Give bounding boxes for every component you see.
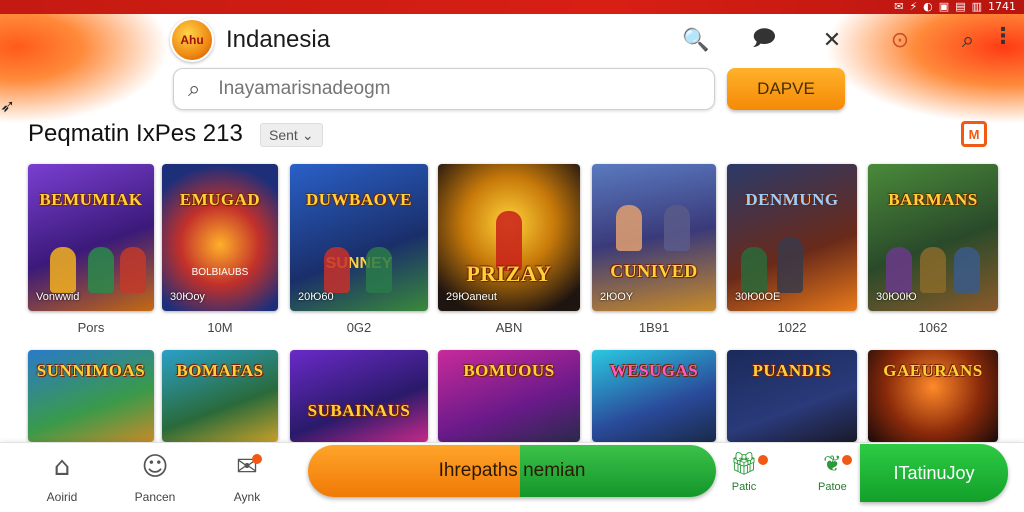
primary-action-button[interactable]: Ihrepaths nemian	[308, 445, 716, 497]
game-stat: 20Ю60	[298, 291, 334, 303]
game-title: DUWBAOVE	[305, 190, 412, 210]
game-tile[interactable]: DENMUNG 30Ю0OE	[727, 164, 857, 311]
game-title: PUANDIS	[752, 361, 832, 381]
status-bar: ✉ ⚡ ◐ ▣ ▤ ▥ 1741	[894, 0, 1016, 14]
notification-dot	[842, 455, 852, 465]
nav-item-inbox[interactable]: ✉ Aynk	[212, 452, 282, 504]
nav-label: Pancen	[134, 490, 176, 504]
game-stat: Vonwwid	[36, 291, 80, 303]
game-tile[interactable]: BEMUMIAK Vonwwid	[28, 164, 154, 311]
section-title: Peqmatin IxPes 213	[28, 120, 243, 147]
game-caption: 10M	[207, 320, 233, 335]
status-box-icon: ▣	[938, 0, 950, 13]
top-status-banner	[0, 0, 1024, 14]
more-menu-icon[interactable]: ⋮	[992, 24, 1014, 49]
sort-dropdown[interactable]: Sent ⌄	[260, 123, 323, 147]
trophy-icon[interactable]: ⊙	[879, 22, 921, 58]
game-tile[interactable]: BOMAFAS	[162, 350, 278, 442]
game-stat: 30Ю0Ю	[876, 291, 917, 303]
game-caption: ABN	[495, 320, 523, 335]
game-tile[interactable]: EMUGAD BOLBIAUBS 30Юоу	[162, 164, 278, 311]
search-bar: ⌕	[173, 68, 715, 110]
nav-item-home[interactable]: ⌂ Aoirid	[27, 452, 97, 504]
game-caption: 0G2	[346, 320, 372, 335]
nav-label: Patoe	[818, 481, 847, 493]
primary-action-label: Ihrepaths nemian	[438, 460, 586, 481]
game-subtitle: BOLBIAUBS	[191, 266, 249, 278]
notification-dot	[758, 455, 768, 465]
game-title: DENMUNG	[745, 190, 839, 210]
app-title: Indanesia	[226, 26, 331, 53]
status-list-icon: ▤	[955, 0, 966, 13]
game-title: EMUGAD	[179, 190, 261, 210]
sort-label: Sent	[269, 127, 298, 143]
game-title: PRIZAY	[466, 261, 552, 287]
nav-label: Patic	[731, 481, 757, 493]
status-mail-icon: ✉	[894, 0, 904, 13]
gift-icon: 🎁︎	[730, 452, 758, 477]
profile-icon: ☺	[141, 452, 169, 482]
search-zoom-icon[interactable]: 🔍	[675, 22, 717, 58]
game-tile[interactable]: BOMUOUS	[438, 350, 580, 442]
chat-icon[interactable]: 🗩	[743, 22, 785, 58]
tools-icon[interactable]: ✕	[811, 22, 853, 58]
game-title: BOMAFAS	[176, 361, 264, 381]
filter-icon[interactable]: M	[961, 121, 987, 147]
header-actions: 🔍 🗩 ✕ ⊙ ⌕	[675, 22, 1015, 58]
nav-label: Aoirid	[46, 490, 78, 504]
game-title: BARMANS	[888, 190, 978, 210]
game-caption: 1B91	[638, 320, 670, 335]
game-tile[interactable]: CUNIVED 2ЮOY	[592, 164, 716, 311]
game-stat: 30Ю0OE	[735, 291, 781, 303]
game-stat: 30Юоу	[170, 291, 205, 303]
game-caption: 1022	[777, 320, 807, 335]
status-signal-icon: ◐	[923, 0, 933, 13]
search-button[interactable]: DAPVE	[727, 68, 845, 110]
secondary-action-button[interactable]: ITatinuJoy	[860, 444, 1008, 502]
game-subtitle: SUNNEY	[325, 255, 393, 273]
game-caption: 1062	[918, 320, 948, 335]
game-title: SUNNIMOAS	[36, 361, 146, 381]
game-stat: 29Юaneut	[446, 291, 497, 303]
decorative-burst-left	[0, 14, 170, 124]
game-title: BEMUMIAK	[39, 190, 143, 210]
chevron-down-icon: ⌄	[301, 126, 314, 143]
status-bolt-icon: ⚡	[909, 0, 918, 13]
search-icon[interactable]: ⌕	[947, 22, 989, 58]
nav-item-profile[interactable]: ☺ Pancen	[120, 452, 190, 504]
nav-item-gift[interactable]: 🎁︎ Patic	[730, 452, 758, 493]
notification-dot	[252, 454, 262, 464]
arrow-decoration-icon: ➶	[0, 96, 16, 117]
status-grid-icon: ▥	[971, 0, 982, 13]
home-icon: ⌂	[53, 452, 71, 482]
inbox-icon: ✉	[236, 452, 258, 482]
game-tile[interactable]: BARMANS 30Ю0Ю	[868, 164, 998, 311]
search-input[interactable]	[218, 78, 679, 100]
game-title: CUNIVED	[610, 261, 698, 282]
game-title: GAEURANS	[883, 361, 983, 381]
nav-label: Aynk	[233, 490, 261, 504]
status-clock: 1741	[988, 0, 1016, 13]
game-caption: Pors	[77, 320, 105, 335]
game-tile[interactable]: GAEURANS	[868, 350, 998, 442]
game-tile[interactable]: PUANDIS	[727, 350, 857, 442]
game-tile[interactable]: WESUGAS	[592, 350, 716, 442]
search-icon: ⌕	[188, 76, 201, 102]
app-logo[interactable]: Ahu	[170, 18, 214, 62]
app-header: Ahu Indanesia 🔍 🗩 ✕ ⊙ ⌕ ⋮	[170, 18, 1020, 62]
game-tile[interactable]: SUNNIMOAS	[28, 350, 154, 442]
game-title: SUBAINAUS	[307, 400, 411, 420]
game-tile[interactable]: PRIZAY 29Юaneut	[438, 164, 580, 311]
game-title: WESUGAS	[609, 361, 699, 381]
game-tile[interactable]: SUBAINAUS	[290, 350, 428, 442]
game-title: BOMUOUS	[463, 361, 555, 381]
game-tile[interactable]: DUWBAOVE SUNNEY 20Ю60	[290, 164, 428, 311]
game-stat: 2ЮOY	[600, 291, 634, 303]
